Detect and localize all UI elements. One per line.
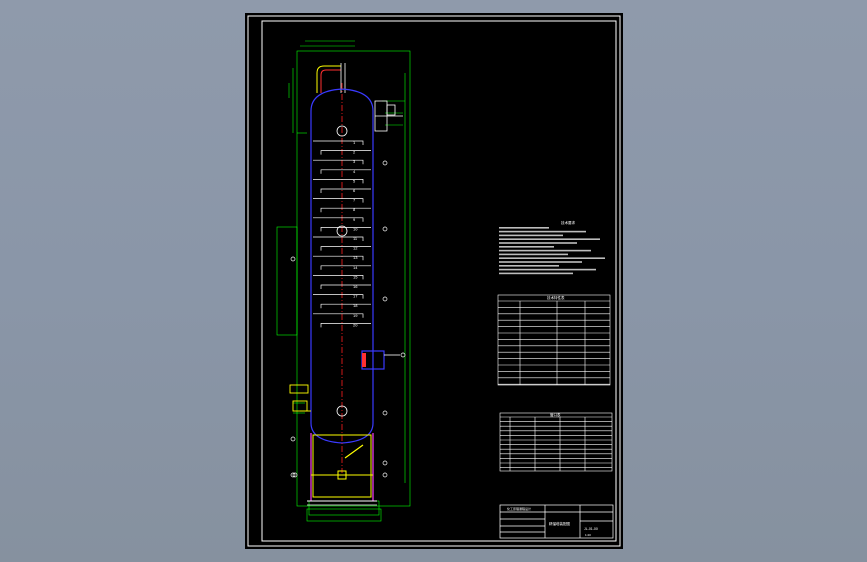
tray-number: 16: [353, 284, 358, 289]
bottom-left-nozzles: [289, 384, 311, 412]
outer-frame: [247, 15, 621, 547]
tray: [313, 217, 364, 222]
title-drawing-number: JL-01-00: [584, 527, 598, 531]
tray: [320, 323, 371, 328]
tray-number: 20: [353, 322, 358, 327]
nozzle-callout-marker: [400, 352, 406, 358]
note-text-line: [499, 257, 605, 259]
tray-number: 10: [353, 226, 358, 231]
nozzle-callout-marker: [382, 226, 388, 232]
tray: [320, 150, 371, 155]
nozzle-table: [499, 412, 613, 472]
nozzle-callout-marker: [382, 460, 388, 466]
title-company: 化工原理课程设计: [507, 506, 531, 511]
title-scale: 1:20: [585, 533, 591, 537]
tray: [313, 140, 364, 145]
tray-number: 14: [353, 265, 358, 270]
tray: [320, 284, 371, 289]
note-text-line: [499, 253, 568, 256]
note-text-line: [499, 230, 586, 233]
tray: [313, 179, 364, 184]
note-text-line: [499, 234, 563, 237]
tray: [320, 188, 371, 193]
top-nozzle-block: [374, 100, 403, 132]
spec-table-title: 技术特性表: [547, 295, 565, 300]
feed-nozzle: [361, 350, 400, 370]
nozzle-callout-marker: [382, 472, 388, 478]
dimension-lines: [276, 40, 411, 522]
tray: [320, 265, 371, 270]
tray-number: 12: [353, 246, 358, 251]
tray: [320, 169, 371, 174]
tray-number: 19: [353, 313, 358, 318]
note-text-line: [499, 265, 559, 267]
nozzle-table-title: 管口表: [550, 412, 561, 417]
note-text-line: [499, 246, 554, 248]
note-text-line: [499, 242, 577, 244]
note-text-line: [499, 261, 582, 263]
tray: [320, 303, 371, 309]
notes-title: 技术要求: [561, 220, 575, 225]
note-text-line: [499, 249, 591, 252]
note-text-line: [499, 268, 596, 271]
nozzle-callout-marker: [382, 296, 388, 302]
tray: [313, 159, 364, 165]
cad-viewport[interactable]: 1 2 3 4 5 6 7 8 9 10 11 12 13 14 15 16 17 18 19 20: [245, 13, 623, 549]
tray-number: 18: [353, 303, 358, 308]
nozzle-callout-marker: [290, 436, 296, 442]
tray-number: 13: [353, 255, 358, 260]
technical-notes: 技术要求: [499, 220, 605, 275]
spec-table: [497, 294, 611, 386]
tray: [320, 207, 371, 213]
nozzle-callout-marker: [290, 256, 296, 262]
tray: [313, 198, 364, 203]
tower-assembly-drawing: 1234567891011121314151617181920 技术要求 技术特…: [247, 15, 621, 547]
nozzle-callout-marker: [382, 410, 388, 416]
title-drawing-name: 精馏塔装配图: [549, 521, 570, 526]
tray-number: 17: [353, 294, 358, 299]
tray: [320, 246, 371, 251]
tray-number: 15: [353, 274, 358, 279]
note-text-line: [499, 238, 600, 240]
note-text-line: [499, 227, 549, 229]
note-text-line: [499, 272, 573, 275]
nozzle-callout-marker: [382, 160, 388, 166]
